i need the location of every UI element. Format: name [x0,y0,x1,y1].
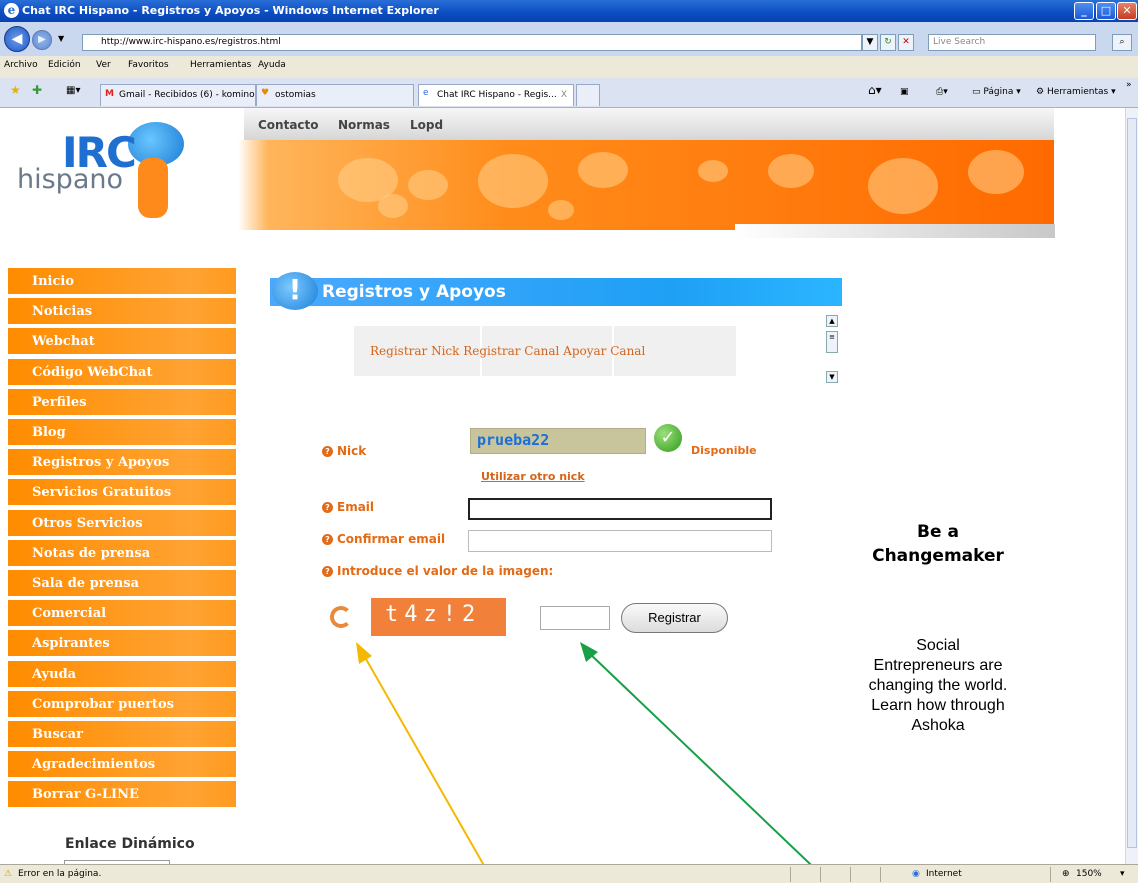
zoom-dropdown-icon[interactable]: ▾ [1120,869,1125,879]
status-bar: ⚠ Error en la página. ◉ Internet ⊕ 150% … [0,864,1138,883]
globe-icon: ◉ [912,869,920,879]
status-error[interactable]: Error en la página. [18,869,101,879]
green-arrow [580,642,831,883]
annotation-arrows [356,642,831,883]
zone-label: Internet [926,869,962,879]
yellow-arrow [356,642,495,883]
warning-icon[interactable]: ⚠ [4,869,12,879]
zoom-icon: ⊕ [1062,869,1070,879]
zoom-level[interactable]: 150% [1076,869,1102,879]
